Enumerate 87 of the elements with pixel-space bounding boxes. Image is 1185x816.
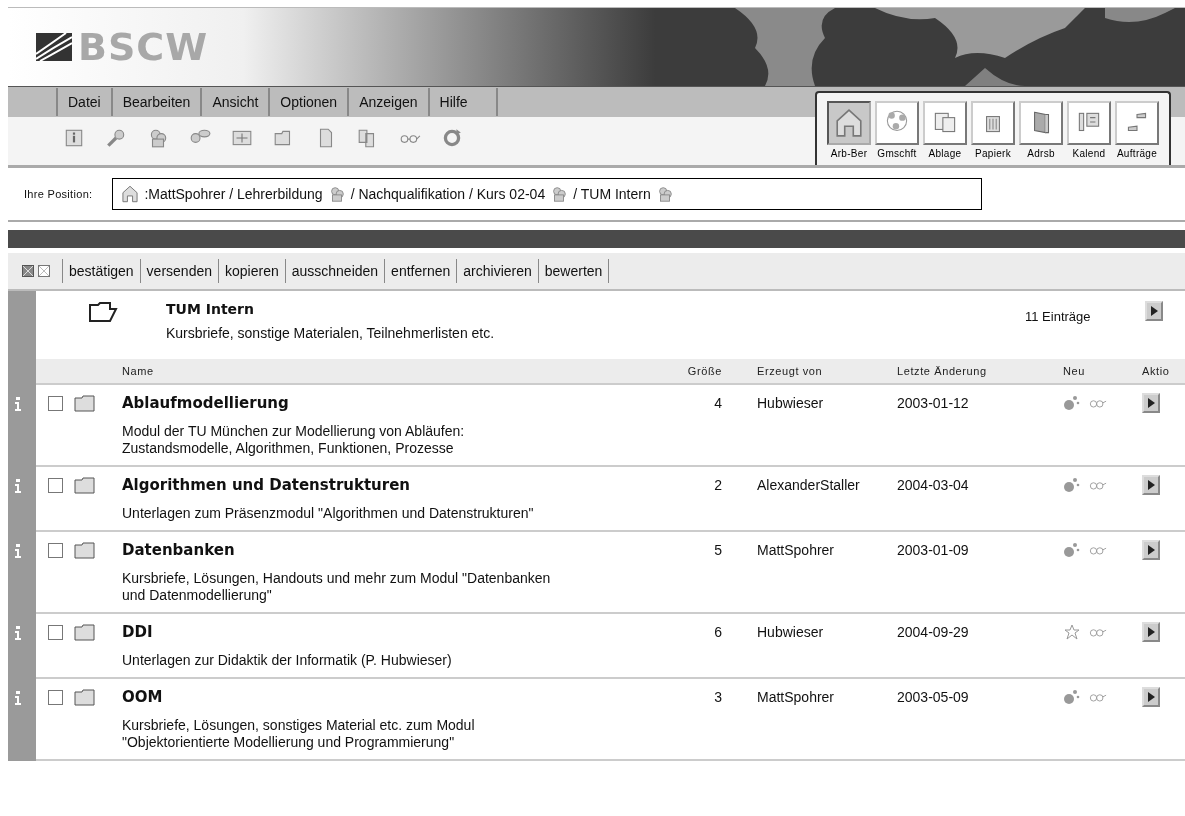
info-icon[interactable] (14, 544, 22, 558)
breadcrumb-link[interactable]: :MattSpohrer / Lehrerbildung (144, 186, 323, 202)
folder-name[interactable]: Ablaufmodellierung (122, 394, 660, 412)
folder-icon (74, 476, 96, 494)
triangle-icon (1146, 626, 1156, 638)
folder-icon (74, 688, 96, 706)
column-header[interactable]: Neu (1063, 365, 1142, 377)
folder-description: Kursbriefe, Lösungen, sonstiges Material etc. zum Modul "Objektorientierte Modellierung und Programmierung" (122, 717, 476, 751)
home-icon (834, 108, 864, 138)
arrow-button[interactable] (1145, 301, 1163, 321)
triangle-icon (1146, 479, 1156, 491)
column-header[interactable]: Aktio (1142, 365, 1185, 377)
checkbox[interactable] (48, 542, 63, 558)
triangle-icon (1146, 544, 1156, 556)
logo-icon (36, 33, 72, 61)
folder-icon (74, 394, 96, 412)
checkbox[interactable] (48, 624, 63, 640)
size-cell-text: 4 (713, 395, 722, 411)
menu-item[interactable]: Optionen (268, 88, 348, 116)
triangle-icon (1149, 305, 1159, 317)
folder-description: Unterlagen zum Präsenzmodul "Algorithmen und Datenstrukturen" (122, 505, 535, 522)
action-button[interactable]: versenden (139, 259, 218, 283)
folder-name[interactable]: Algorithmen und Datenstrukturen (122, 476, 660, 494)
creator-cell-text: MattSpohrer (756, 542, 836, 558)
info-icon[interactable] (14, 479, 22, 493)
action-button[interactable]: ausschneiden (284, 259, 385, 283)
size-cell-text: 2 (713, 477, 722, 493)
position-label: Ihre Position: (24, 188, 93, 200)
column-header[interactable]: Erzeugt von (722, 365, 897, 377)
size-cell-text: 3 (713, 689, 722, 705)
entry-count: 11 Einträge (1025, 308, 1092, 326)
checkbox[interactable] (48, 689, 63, 705)
folder-name[interactable]: DDI (122, 623, 660, 641)
folder-description: Modul der TU München zur Modellierung von Abläufen: Zustandsmodelle, Algorithmen, Funktionen, Prozesse (122, 423, 466, 457)
deselect-all-icon[interactable] (38, 265, 50, 277)
column-header[interactable]: Name (122, 365, 660, 377)
arrow-button[interactable] (1142, 687, 1160, 707)
menu-item[interactable]: Ansicht (200, 88, 269, 116)
folder-icon (74, 541, 96, 559)
breadcrumb-link[interactable]: / Nachqualifikation / Kurs 02-04 (350, 186, 546, 202)
open-folder-icon (88, 301, 118, 323)
folder-title: TUM Intern (166, 301, 255, 317)
creator-cell-text: MattSpohrer (756, 689, 836, 705)
arrow-button[interactable] (1142, 475, 1160, 495)
menu-item[interactable]: Datei (56, 88, 111, 116)
action-button[interactable]: bestätigen (62, 259, 140, 283)
creator-cell-text: Hubwieser (756, 624, 825, 640)
folder-description: Kursbriefe, Lösungen, Handouts und mehr zum Modul "Datenbanken und Datenmodellierung" (122, 570, 552, 604)
folder-name[interactable]: Datenbanken (122, 541, 660, 559)
size-cell-text: 6 (713, 624, 722, 640)
folder-icon (74, 623, 96, 641)
info-icon[interactable] (14, 626, 22, 640)
refresh-icon[interactable] (441, 127, 463, 149)
column-header[interactable]: Größe (660, 365, 722, 377)
menu-item[interactable]: Hilfe (427, 88, 498, 116)
creator-cell-text: AlexanderStaller (756, 477, 861, 493)
arrow-button[interactable] (1142, 393, 1160, 413)
action-button[interactable]: entfernen (384, 259, 457, 283)
date-cell-text: 2003-05-09 (897, 689, 970, 705)
home-icon[interactable] (121, 185, 140, 203)
checkbox[interactable] (48, 395, 63, 411)
date-cell-text: 2004-03-04 (897, 477, 970, 493)
column-header[interactable]: Letzte Änderung (897, 365, 1063, 377)
folder-description: Kursbriefe, sonstige Materialen, Teilnehmerlisten etc. (166, 325, 496, 341)
logo-text: BSCW (78, 25, 209, 69)
menu-item[interactable]: Bearbeiten (110, 88, 201, 116)
checkbox[interactable] (48, 477, 63, 493)
triangle-icon (1146, 397, 1156, 409)
date-cell-text: 2003-01-09 (897, 542, 970, 558)
folder-name[interactable]: OOM (122, 688, 660, 706)
action-button[interactable]: bewerten (537, 259, 610, 283)
date-cell-text: 2004-09-29 (897, 624, 970, 640)
info-icon[interactable] (14, 691, 22, 705)
date-cell-text: 2003-01-12 (897, 395, 970, 411)
creator-cell-text: Hubwieser (756, 395, 825, 411)
select-all-icon[interactable] (22, 265, 34, 277)
info-icon[interactable] (63, 127, 85, 149)
action-button[interactable]: kopieren (218, 259, 285, 283)
triangle-icon (1146, 691, 1156, 703)
menu-item[interactable]: Anzeigen (347, 88, 428, 116)
size-cell-text: 5 (713, 542, 722, 558)
info-icon[interactable] (14, 397, 22, 411)
arrow-button[interactable] (1142, 622, 1160, 642)
arrow-button[interactable] (1142, 540, 1160, 560)
folder-description: Unterlagen zur Didaktik der Informatik (P. Hubwieser) (122, 652, 453, 669)
breadcrumb-link[interactable]: / TUM Intern (573, 186, 651, 202)
action-button[interactable]: archivieren (456, 259, 538, 283)
